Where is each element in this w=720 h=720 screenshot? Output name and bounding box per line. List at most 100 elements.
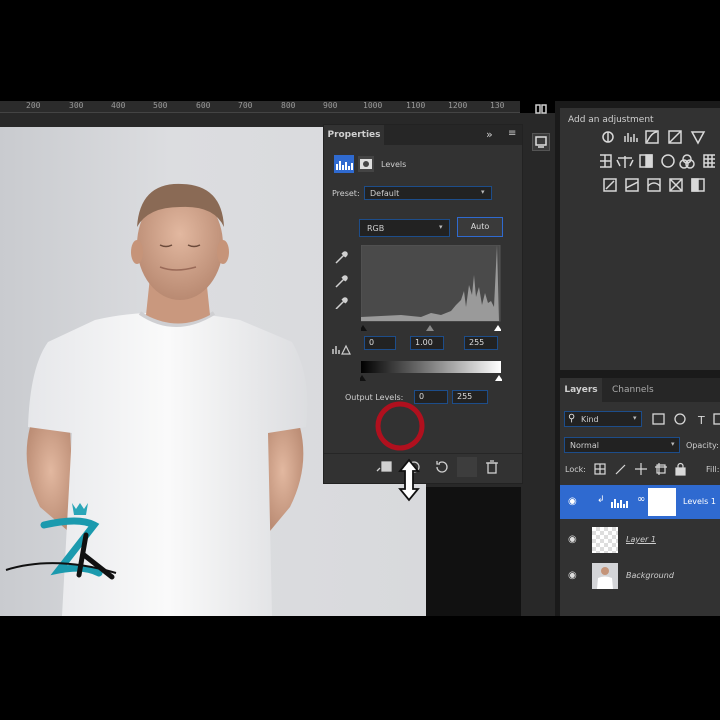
properties-panel-icon[interactable]	[532, 133, 550, 151]
gradient-map-icon[interactable]	[691, 178, 705, 192]
horizontal-ruler: 200 300 400 500 600 700 800 900 1000 110…	[0, 101, 520, 113]
layer-row-levels-1[interactable]: ◉ ↲ ∞ Levels 1	[560, 485, 720, 519]
channel-value: RGB	[367, 224, 385, 233]
clipping-warning-icon[interactable]	[332, 343, 352, 355]
levels-tab-icon[interactable]	[334, 155, 354, 173]
layer-row-layer-1[interactable]: ◉ Layer 1	[560, 523, 720, 557]
vibrance-icon[interactable]	[690, 131, 706, 145]
lock-label: Lock:	[565, 465, 586, 474]
ruler-tick: 400	[111, 101, 126, 110]
input-white-field[interactable]: 255	[464, 336, 498, 350]
white-point-eyedropper-icon[interactable]	[335, 297, 348, 309]
visibility-eye-icon[interactable]: ◉	[568, 496, 577, 507]
preset-value: Default	[370, 189, 400, 198]
chevron-down-icon: ▾	[671, 440, 675, 448]
adjustments-title: Add an adjustment	[568, 115, 654, 125]
layer-name[interactable]: Levels 1	[683, 497, 716, 506]
channel-mixer-icon[interactable]	[679, 154, 695, 169]
blend-mode-value: Normal	[570, 441, 599, 450]
posterize-icon[interactable]	[625, 178, 639, 192]
exposure-icon[interactable]	[668, 130, 682, 144]
channel-select[interactable]: RGB ▾	[359, 219, 450, 237]
black-white-icon[interactable]	[639, 154, 653, 168]
levels-icon[interactable]	[624, 133, 638, 142]
layer-name[interactable]: Layer 1	[626, 535, 656, 544]
photo-filter-icon[interactable]	[661, 154, 675, 168]
lock-position-icon[interactable]	[635, 463, 647, 475]
selective-color-icon[interactable]	[669, 178, 683, 192]
eye-button-highlight	[457, 457, 477, 477]
curves-icon[interactable]	[645, 130, 659, 144]
adjustment-icons-grid	[600, 130, 715, 192]
layer-filter-select[interactable]: ⚲ Kind ▾	[564, 411, 642, 427]
layer-row-background[interactable]: ◉ Background	[560, 559, 720, 593]
double-chevron-right-icon[interactable]: »	[486, 128, 493, 141]
properties-icon	[535, 136, 547, 148]
output-black-slider[interactable]	[360, 375, 366, 381]
color-lookup-icon[interactable]	[703, 154, 715, 168]
properties-title: Properties	[324, 125, 384, 145]
search-icon: ⚲	[568, 413, 576, 424]
input-gamma-slider[interactable]	[426, 325, 434, 331]
ruler-tick: 1100	[406, 101, 426, 110]
adjustments-panel: Add an adjustment	[560, 108, 720, 370]
chain-link-icon[interactable]: ∞	[637, 494, 645, 505]
artboard-icon[interactable]	[655, 463, 667, 475]
layer-filter-value: Kind	[581, 415, 599, 424]
input-gamma-field[interactable]: 1.00	[410, 336, 444, 350]
tab-layers[interactable]: Layers	[560, 378, 602, 402]
section-title: Levels	[381, 160, 407, 169]
threshold-icon[interactable]	[647, 178, 661, 192]
ruler-tick: 1200	[448, 101, 468, 110]
type-filter-icon[interactable]: T	[697, 414, 705, 426]
panel-menu-icon[interactable]: ≡	[508, 128, 516, 139]
auto-button[interactable]: Auto	[457, 217, 503, 237]
pixel-filter-icon[interactable]	[652, 413, 665, 425]
blend-mode-select[interactable]: Normal ▾	[564, 437, 680, 453]
gray-point-eyedropper-icon[interactable]	[335, 275, 348, 288]
ruler-tick: 500	[153, 101, 168, 110]
color-balance-icon[interactable]	[616, 156, 634, 168]
fill-label: Fill:	[706, 465, 720, 474]
preset-select[interactable]: Default ▾	[364, 186, 492, 200]
tab-channels[interactable]: Channels	[612, 385, 654, 395]
layer-thumbnail-photo	[592, 563, 618, 589]
chevron-down-icon: ▾	[439, 223, 443, 231]
ruler-tick: 200	[26, 101, 41, 110]
brightness-contrast-icon[interactable]	[602, 131, 614, 143]
layer-mask-thumbnail[interactable]	[648, 488, 676, 516]
ruler-tick: 300	[69, 101, 84, 110]
histogram	[361, 245, 501, 331]
ruler-tick: 600	[196, 101, 211, 110]
workspace-background	[426, 487, 521, 616]
annotation-circle	[375, 401, 425, 451]
output-white-slider[interactable]	[495, 375, 502, 381]
lock-all-icon[interactable]	[675, 462, 686, 476]
input-black-slider[interactable]	[361, 325, 367, 331]
invert-icon[interactable]	[603, 178, 617, 192]
reset-icon[interactable]	[436, 461, 448, 473]
layer-filter-icons: T	[652, 413, 720, 426]
visibility-eye-icon[interactable]: ◉	[568, 534, 577, 545]
black-point-eyedropper-icon[interactable]	[335, 251, 348, 264]
input-white-slider[interactable]	[494, 325, 501, 331]
hue-saturation-icon[interactable]	[600, 154, 612, 168]
layer-name[interactable]: Background	[626, 571, 674, 580]
layer-thumbnail-transparent	[592, 527, 618, 553]
shape-filter-icon[interactable]	[713, 413, 720, 425]
trash-icon[interactable]	[486, 460, 498, 474]
preset-label: Preset:	[332, 189, 360, 198]
lock-transparency-icon[interactable]	[594, 463, 606, 475]
ruler-tick: 1000	[363, 101, 383, 110]
chevron-down-icon: ▾	[633, 414, 637, 422]
lock-pixels-icon[interactable]	[615, 464, 626, 475]
clipping-arrow-icon: ↲	[597, 495, 605, 505]
output-white-field[interactable]: 255	[452, 390, 488, 404]
input-black-field[interactable]: 0	[364, 336, 396, 350]
adjustment-filter-icon[interactable]	[674, 413, 686, 425]
output-gradient	[360, 361, 502, 381]
mask-tab-icon[interactable]	[358, 156, 374, 172]
zk-logo-icon	[5, 503, 117, 580]
visibility-eye-icon[interactable]: ◉	[568, 570, 577, 581]
history-icon[interactable]	[534, 103, 548, 115]
